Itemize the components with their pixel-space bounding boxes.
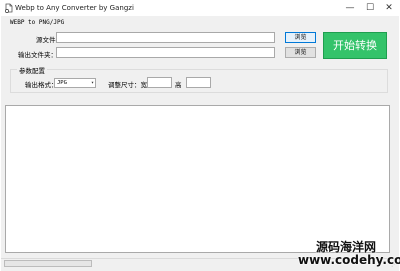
output-folder-label: 输出文件夹： (18, 51, 57, 59)
window-title: Webp to Any Converter by Gangzi (15, 4, 134, 12)
chevron-down-icon[interactable]: ▾ (91, 79, 94, 87)
source-browse-button[interactable]: 浏览 (285, 32, 316, 43)
output-folder-input[interactable] (56, 47, 275, 58)
app-subtitle: WEBP to PNG/JPG (10, 19, 65, 26)
resize-width-label: 调整尺寸：宽 (108, 81, 147, 89)
progress-bar (4, 260, 92, 267)
minimize-button[interactable]: — (344, 2, 356, 14)
resize-height-label: 高 (175, 81, 182, 89)
maximize-button[interactable]: ☐ (364, 2, 376, 14)
height-input[interactable] (186, 77, 211, 88)
watermark-url: www.codehy.com (298, 253, 400, 267)
title-bar: Webp to Any Converter by Gangzi — ☐ ✕ (0, 0, 400, 16)
output-format-value: JPG (57, 80, 67, 86)
source-folder-input[interactable] (56, 32, 275, 43)
width-input[interactable] (147, 77, 172, 88)
log-textarea[interactable] (5, 105, 390, 253)
output-format-select[interactable]: JPG ▾ (54, 78, 96, 88)
params-group-title: 参数配置 (17, 65, 47, 75)
output-browse-button[interactable]: 浏览 (285, 47, 316, 58)
start-conversion-button[interactable]: 开始转换 (323, 32, 387, 59)
output-format-label: 输出格式： (25, 81, 58, 89)
app-icon (4, 3, 14, 13)
close-button[interactable]: ✕ (383, 2, 395, 14)
